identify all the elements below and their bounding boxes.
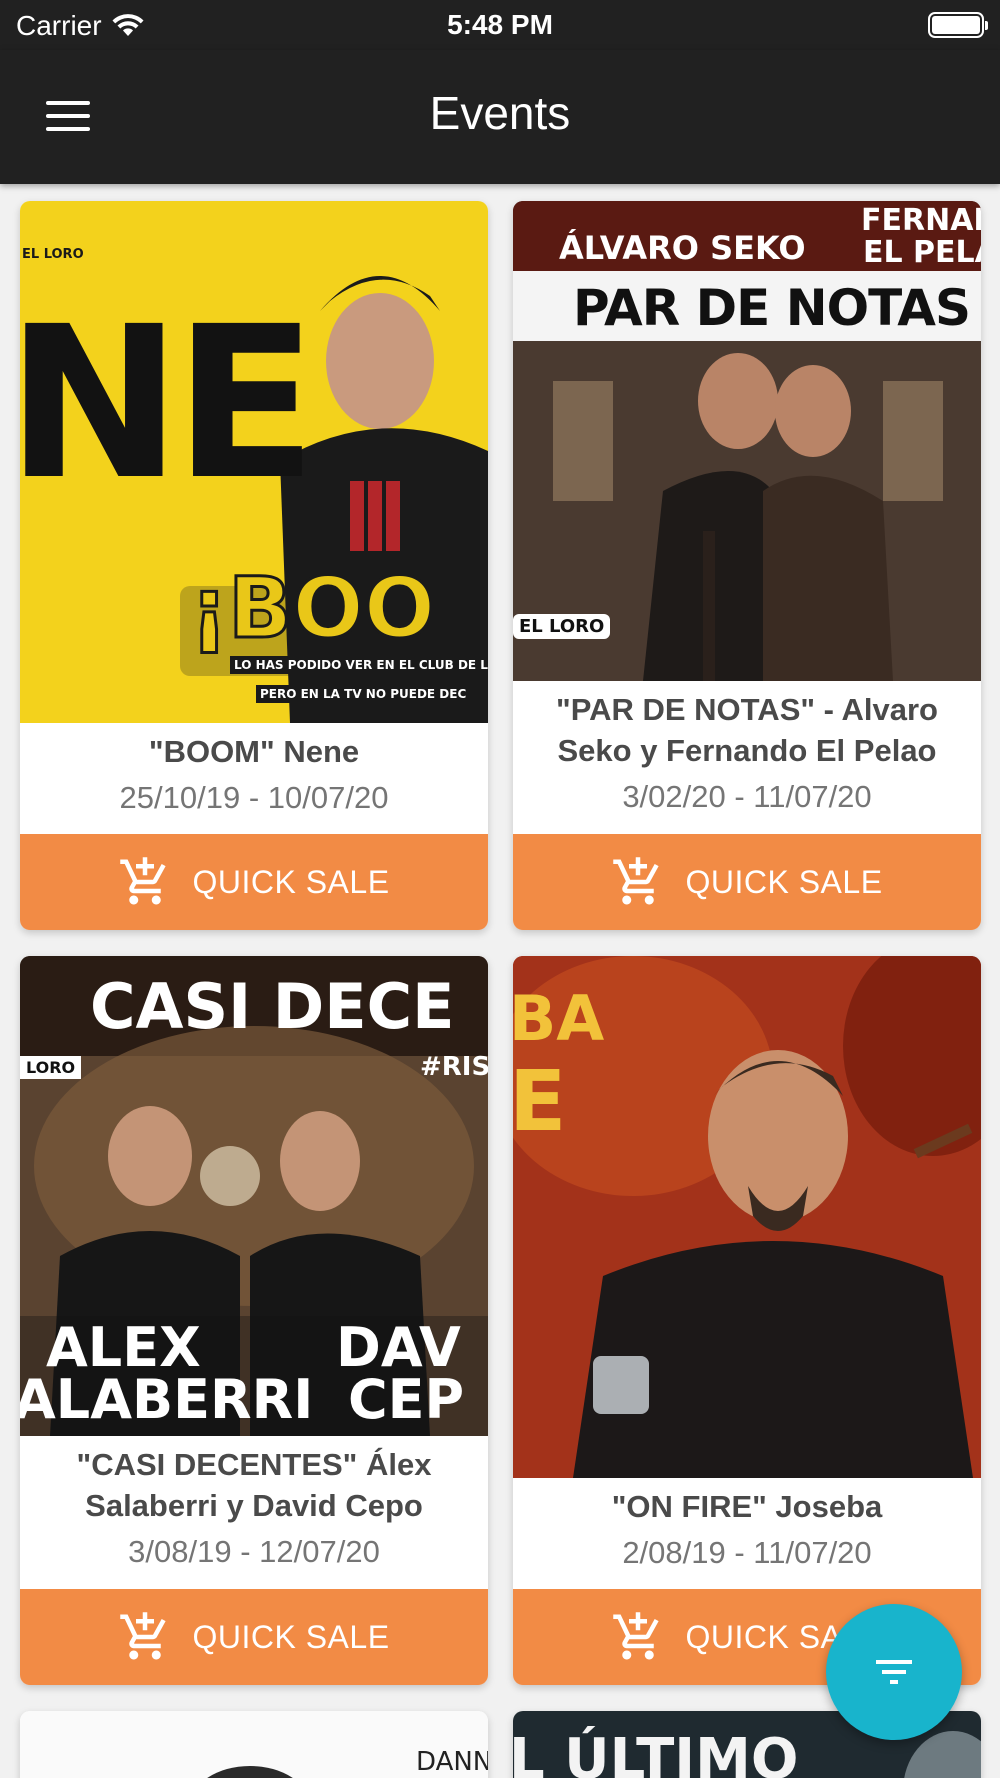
poster-text: LO HAS PODIDO VER EN EL CLUB DE LA COM — [230, 656, 488, 674]
event-info: "PAR DE NOTAS" - Alvaro Seko y Fernando … — [513, 689, 981, 817]
poster-text: DANNY — [416, 1747, 488, 1777]
poster-text: LORO — [20, 1056, 82, 1079]
poster-text: EL LORO — [22, 247, 84, 262]
add-to-cart-icon — [613, 1612, 660, 1660]
event-poster-image[interactable]: NE EL LORO ¡BOO LO HAS PODIDO VER EN EL … — [20, 201, 488, 723]
event-card[interactable]: DANNY — [20, 1711, 488, 1778]
event-name: "ON FIRE" Joseba — [611, 1489, 883, 1524]
event-poster-image[interactable]: DANNY — [20, 1711, 488, 1778]
event-card[interactable]: BA E "ON FIRE" Joseba 2/08/19 - 11/07/20… — [513, 956, 981, 1685]
event-info: "BOOM" Nene 25/10/19 - 10/07/20 — [20, 731, 488, 818]
add-to-cart-icon — [120, 857, 167, 905]
event-info: "ON FIRE" Joseba 2/08/19 - 11/07/20 — [513, 1486, 981, 1573]
event-name: "PAR DE NOTAS" - Alvaro Seko y Fernando … — [556, 692, 938, 768]
poster-text: ¡BOO — [188, 558, 436, 659]
quick-sale-button[interactable]: QUICK SALE — [20, 1589, 488, 1685]
event-card[interactable]: NE EL LORO ¡BOO LO HAS PODIDO VER EN EL … — [20, 201, 488, 930]
quick-sale-label: QUICK SALE — [685, 863, 883, 900]
event-name: "BOOM" Nene — [148, 734, 360, 769]
poster-text: PERO EN LA TV NO PUEDE DEC — [256, 685, 471, 703]
event-name: "CASI DECENTES" Álex Salaberri y David C… — [76, 1447, 432, 1523]
event-dates: 3/08/19 - 12/07/20 — [128, 1534, 380, 1569]
quick-sale-label: QUICK SALE — [192, 863, 390, 900]
quick-sale-button[interactable]: QUICK SALE — [20, 834, 488, 930]
add-to-cart-icon — [613, 857, 660, 905]
quick-sale-label: QUICK SALE — [192, 1618, 390, 1655]
event-info: "CASI DECENTES" Álex Salaberri y David C… — [20, 1444, 488, 1572]
battery-icon — [928, 12, 988, 38]
event-card[interactable]: CASI DECE #RIS LORO ALEX ALABERRI DAV CE… — [20, 956, 488, 1685]
event-poster-image[interactable]: ÁLVARO SEKO FERNAN EL PELA PAR DE NOTAS … — [513, 201, 981, 681]
status-bar: Carrier 5:48 PM — [0, 0, 1000, 50]
event-card[interactable]: ÁLVARO SEKO FERNAN EL PELA PAR DE NOTAS … — [513, 201, 981, 930]
poster-text: CEP — [348, 1368, 465, 1431]
event-poster-image[interactable]: CASI DECE #RIS LORO ALEX ALABERRI DAV CE… — [20, 956, 488, 1436]
filter-icon — [876, 1660, 912, 1684]
poster-text: PAR DE NOTAS — [573, 279, 971, 337]
quick-sale-button[interactable]: QUICK SALE — [513, 834, 981, 930]
event-poster-image[interactable]: BA E — [513, 956, 981, 1478]
poster-text: EL LORO — [513, 614, 611, 639]
poster-text: ALABERRI — [20, 1368, 314, 1431]
status-time: 5:48 PM — [447, 9, 553, 40]
poster-text: FERNAN — [861, 203, 981, 238]
event-dates: 3/02/20 - 11/07/20 — [622, 779, 872, 814]
poster-text: #RIS — [420, 1052, 488, 1082]
poster-text: CASI DECE — [90, 970, 455, 1043]
page-title: Events — [429, 87, 571, 139]
poster-text: E — [513, 1052, 567, 1150]
event-dates: 25/10/19 - 10/07/20 — [119, 780, 389, 815]
filter-button[interactable] — [826, 1604, 962, 1740]
poster-text: NE — [20, 281, 317, 526]
app-bar: Events — [0, 50, 1000, 184]
event-dates: 2/08/19 - 11/07/20 — [622, 1535, 872, 1570]
poster-text: EL PELA — [863, 235, 981, 270]
poster-text: L ÚLTIMO — [513, 1727, 799, 1778]
poster-text: BA — [513, 982, 605, 1055]
poster-text: ÁLVARO SEKO — [559, 229, 806, 267]
add-to-cart-icon — [120, 1612, 167, 1660]
